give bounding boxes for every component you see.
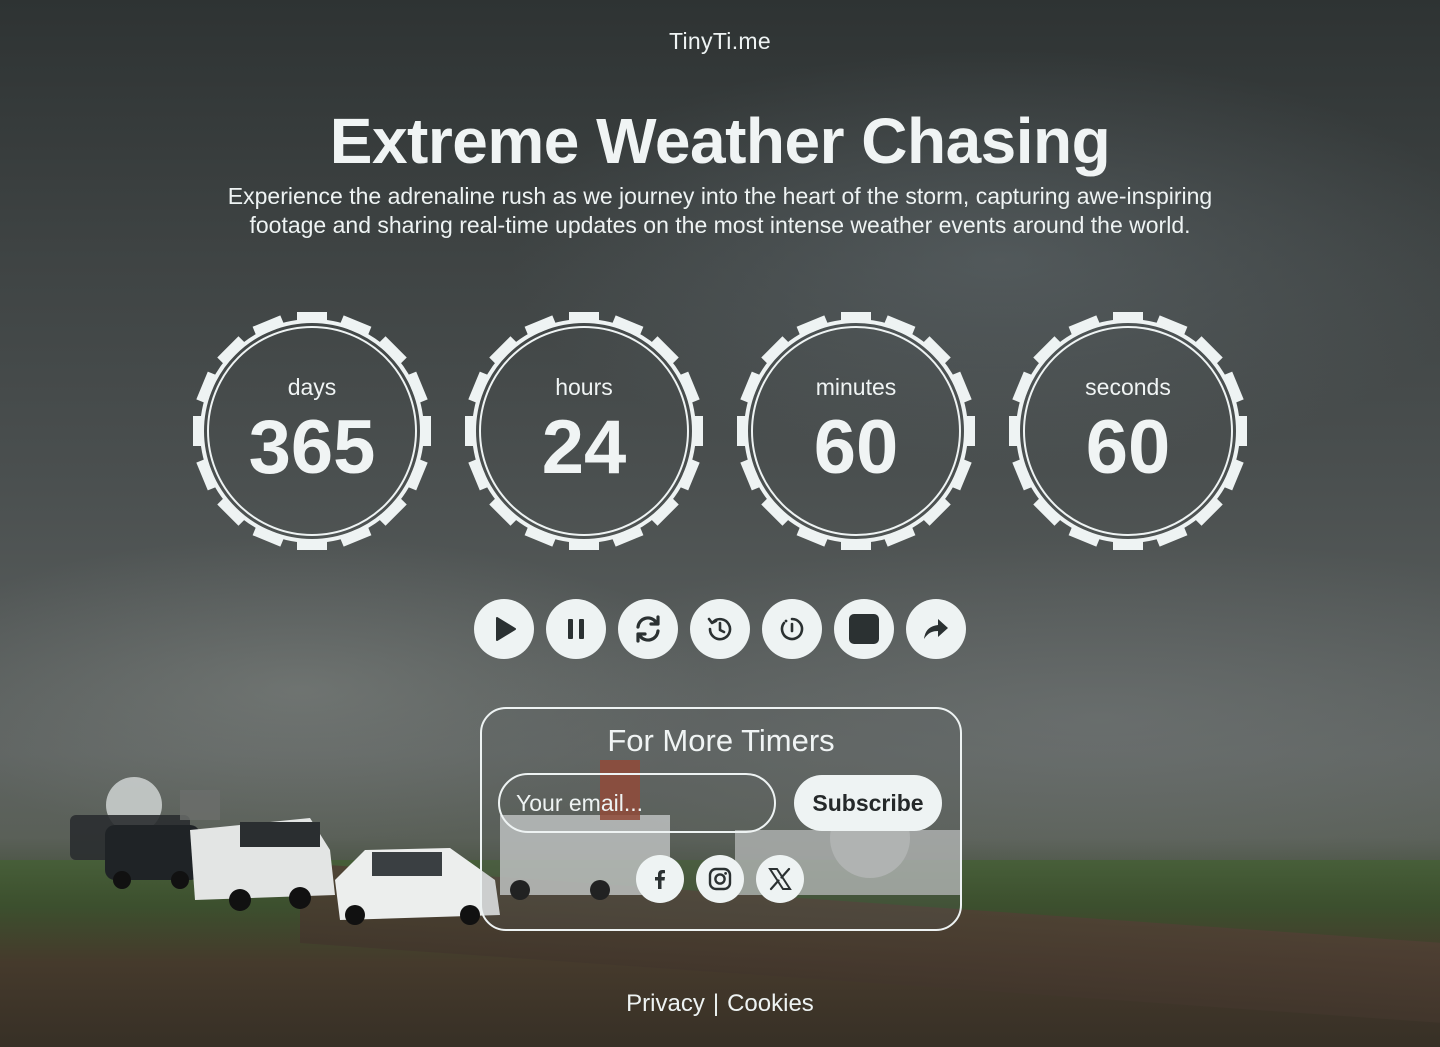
cookies-link[interactable]: Cookies — [727, 990, 814, 1017]
counter-value: 24 — [541, 405, 627, 490]
countdown-counters: days 365 hours 24 minutes 60 seconds 60 — [0, 310, 1440, 552]
stop-button[interactable] — [834, 599, 894, 659]
counter-label: days — [287, 374, 337, 400]
x-icon — [768, 867, 792, 891]
footer: Privacy | Cookies — [0, 990, 1440, 1018]
privacy-link[interactable]: Privacy — [626, 990, 705, 1017]
history-button[interactable] — [690, 599, 750, 659]
stop-icon — [849, 614, 879, 644]
footer-separator: | — [712, 990, 720, 1017]
x-link[interactable] — [756, 855, 804, 903]
play-icon — [496, 617, 516, 641]
instagram-link[interactable] — [696, 855, 744, 903]
instagram-icon — [708, 867, 732, 891]
facebook-icon — [655, 870, 665, 889]
pause-button[interactable] — [546, 599, 606, 659]
social-links — [636, 855, 804, 903]
counter-value: 365 — [248, 405, 376, 490]
share-icon — [924, 619, 948, 639]
history-icon — [707, 617, 732, 641]
share-button[interactable] — [906, 599, 966, 659]
counter-days: days 365 — [191, 310, 433, 552]
play-button[interactable] — [474, 599, 534, 659]
counter-minutes: minutes 60 — [735, 310, 977, 552]
refresh-button[interactable] — [618, 599, 678, 659]
page-title: Extreme Weather Chasing — [329, 105, 1111, 177]
subscribe-button[interactable]: Subscribe — [794, 775, 942, 831]
counter-label: seconds — [1085, 374, 1171, 400]
brand-logo-text[interactable]: TinyTi.me — [0, 28, 1440, 55]
subscribe-title: For More Timers — [607, 723, 835, 758]
counter-value: 60 — [813, 405, 899, 490]
pause-icon — [568, 619, 584, 639]
page: TinyTi.me Extreme Weather Chasing Experi… — [0, 0, 1440, 1047]
subscribe-panel: For More Timers Subscribe — [480, 707, 962, 931]
counter-value: 60 — [1085, 405, 1171, 490]
timer-button[interactable] — [762, 599, 822, 659]
facebook-link[interactable] — [636, 855, 684, 903]
email-input[interactable] — [498, 773, 776, 833]
timer-controls — [474, 599, 966, 659]
counter-label: minutes — [815, 374, 897, 400]
counter-hours: hours 24 — [463, 310, 705, 552]
counter-label: hours — [555, 374, 613, 400]
refresh-icon — [636, 615, 660, 643]
counter-seconds: seconds 60 — [1007, 310, 1249, 552]
timer-icon — [780, 617, 804, 641]
page-subtitle: Experience the adrenaline rush as we jou… — [227, 183, 1213, 238]
